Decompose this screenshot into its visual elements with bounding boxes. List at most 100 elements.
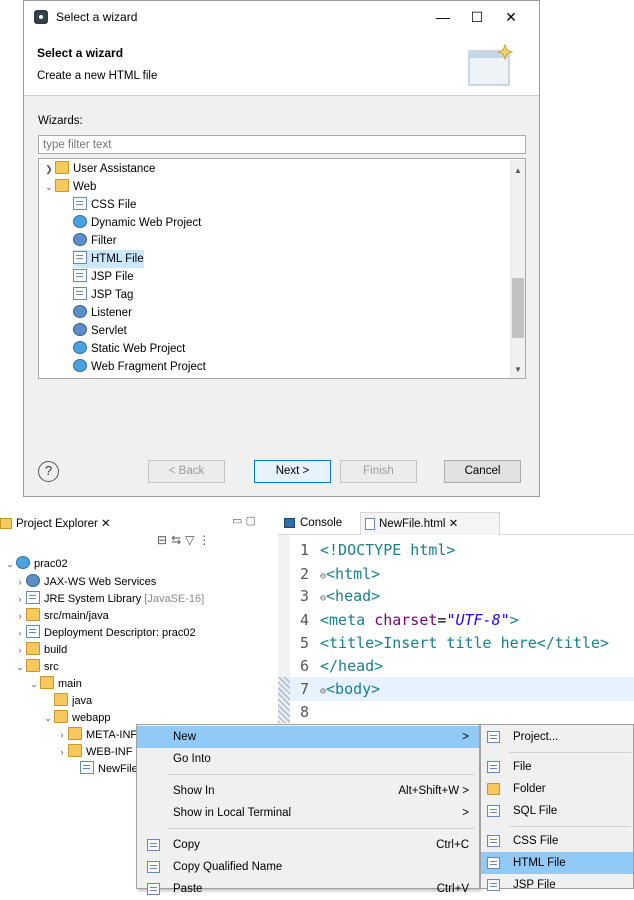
submenu-item-sql-file[interactable]: SQL File	[481, 800, 633, 822]
code-line[interactable]: 2 ⊖<html>	[300, 563, 380, 585]
filter-icon[interactable]: ▽	[185, 533, 198, 547]
tree-item[interactable]: JSP File	[73, 268, 134, 286]
menu-item-copy[interactable]: Copy Ctrl+C	[137, 834, 479, 856]
tree-item[interactable]: › JRE System Library [JavaSE-16]	[14, 591, 204, 607]
web-fragment-icon	[73, 359, 87, 372]
folder-icon	[26, 659, 40, 672]
cancel-button[interactable]: Cancel	[444, 460, 521, 483]
code-line[interactable]: 8	[300, 701, 320, 723]
tree-item[interactable]: › build	[14, 642, 67, 658]
view-menu-icon[interactable]: ⋮	[198, 533, 214, 547]
chevron-right-icon: ›	[60, 747, 64, 757]
chevron-right-icon: ›	[18, 611, 22, 621]
tree-item[interactable]: ⌄ webapp	[42, 710, 136, 726]
submenu-item-project[interactable]: Project...	[481, 726, 633, 748]
tab-project-explorer[interactable]: Project Explorer ✕	[0, 514, 111, 534]
tree-scrollbar[interactable]: ▲ ▼	[510, 160, 525, 378]
menu-item-show-in-terminal[interactable]: Show in Local Terminal >	[137, 802, 479, 824]
minimize-button[interactable]: —	[426, 5, 460, 29]
link-editor-icon[interactable]: ⇆	[171, 533, 185, 547]
minimize-view-icon[interactable]: ▭ ▢	[232, 514, 256, 527]
code-line[interactable]: 1 <!DOCTYPE html>	[300, 539, 455, 561]
select-wizard-dialog: Select a wizard — ☐ ✕ Select a wizard Cr…	[23, 0, 540, 497]
copy-icon	[147, 839, 160, 851]
tree-item[interactable]: › src/main/java	[14, 608, 109, 624]
html-file-icon	[73, 251, 87, 264]
filter-input[interactable]	[38, 135, 526, 154]
project-icon	[487, 731, 500, 743]
submenu-item-html-file[interactable]: HTML File	[481, 852, 633, 874]
menu-item-paste[interactable]: Paste Ctrl+V	[137, 878, 479, 900]
tree-item[interactable]: Servlet	[73, 322, 127, 340]
tree-item[interactable]: CSS File	[73, 196, 136, 214]
close-icon[interactable]: ✕	[101, 518, 111, 530]
submenu-item-css-file[interactable]: CSS File	[481, 830, 633, 852]
wizard-banner-icon	[468, 43, 514, 86]
tab-newfile-html[interactable]: NewFile.html ✕	[360, 512, 500, 535]
scroll-down-icon[interactable]: ▼	[514, 365, 522, 374]
folder-icon	[487, 783, 500, 795]
servlet-icon	[73, 323, 87, 336]
tree-item-project[interactable]: ⌄ prac02	[4, 556, 68, 572]
help-button[interactable]: ?	[38, 461, 59, 482]
menu-item-go-into[interactable]: Go Into	[137, 748, 479, 770]
tree-item[interactable]: ⌄ main	[28, 676, 82, 692]
scrollbar-thumb[interactable]	[512, 278, 524, 338]
sql-file-icon	[487, 805, 500, 817]
minimize-icon: —	[436, 9, 450, 25]
submenu-item-jsp-file[interactable]: JSP File	[481, 874, 633, 896]
maximize-button[interactable]: ☐	[460, 5, 494, 29]
tree-item[interactable]: JSP Tag	[73, 286, 133, 304]
header-title: Select a wizard	[37, 46, 124, 60]
folder-icon	[55, 179, 69, 192]
tree-item[interactable]: java	[54, 693, 92, 709]
tab-console[interactable]: Console	[282, 512, 342, 535]
menu-item-show-in[interactable]: Show In Alt+Shift+W >	[137, 780, 479, 802]
tree-item[interactable]: › WEB-INF	[56, 744, 136, 760]
title-bar: Select a wizard — ☐ ✕	[24, 1, 539, 33]
submenu-item-file[interactable]: File	[481, 756, 633, 778]
context-menu: New > Go Into Show In Alt+Shift+W > Show i…	[136, 724, 480, 895]
menu-item-new[interactable]: New >	[137, 726, 479, 748]
jsp-file-icon	[73, 269, 87, 282]
tree-item[interactable]: › META-INF	[56, 727, 136, 743]
submenu-item-folder[interactable]: Folder	[481, 778, 633, 800]
static-web-project-icon	[73, 341, 87, 354]
tree-item[interactable]: ⌄ src	[14, 659, 59, 675]
folder-icon	[54, 693, 68, 706]
chevron-right-icon: ›	[18, 577, 22, 587]
close-button[interactable]: ✕	[494, 5, 528, 29]
scroll-up-icon[interactable]: ▲	[514, 166, 522, 175]
tree-item[interactable]: Listener	[73, 304, 132, 322]
wizard-tree: ❯ User Assistance ⌄ Web CSS File Dynamic W…	[38, 158, 526, 379]
code-line[interactable]: 6 </head>	[300, 655, 383, 677]
tree-item[interactable]: ⌄ Web	[43, 178, 96, 196]
collapse-all-icon[interactable]: ⊟	[157, 533, 171, 547]
code-line[interactable]: 4 <meta charset="UTF-8">	[300, 609, 519, 631]
code-line[interactable]: 3 ⊖<head>	[300, 585, 380, 607]
tree-item[interactable]: Filter	[73, 232, 117, 250]
project-icon	[16, 556, 30, 569]
tree-item-selected[interactable]: HTML File	[73, 250, 144, 268]
chevron-right-icon: ›	[18, 645, 22, 655]
back-button[interactable]: < Back	[148, 460, 225, 483]
filter-icon	[73, 233, 87, 246]
code-line[interactable]: 7 ⊖<body>	[300, 678, 380, 700]
code-line[interactable]: 5 <title>Insert title here</title>	[300, 632, 609, 654]
library-icon	[26, 591, 40, 604]
tree-item[interactable]: NewFile.html	[80, 761, 136, 777]
tree-item[interactable]: › JAX-WS Web Services	[14, 574, 156, 590]
tree-item[interactable]: Dynamic Web Project	[73, 214, 201, 232]
ruler-marker	[278, 677, 290, 723]
tree-item[interactable]: › Deployment Descriptor: prac02	[14, 625, 196, 641]
explorer-toolbar: ⊟⇆▽⋮	[157, 533, 214, 547]
deployment-descriptor-icon	[26, 625, 40, 638]
listener-icon	[73, 305, 87, 318]
tree-item[interactable]: ❯ User Assistance	[43, 160, 155, 178]
next-button[interactable]: Next >	[254, 460, 331, 483]
menu-item-copy-qualified-name[interactable]: Copy Qualified Name	[137, 856, 479, 878]
tree-item[interactable]: Static Web Project	[73, 340, 185, 358]
tree-item[interactable]: Web Fragment Project	[73, 358, 206, 376]
finish-button[interactable]: Finish	[340, 460, 417, 483]
close-icon[interactable]: ✕	[449, 518, 459, 530]
